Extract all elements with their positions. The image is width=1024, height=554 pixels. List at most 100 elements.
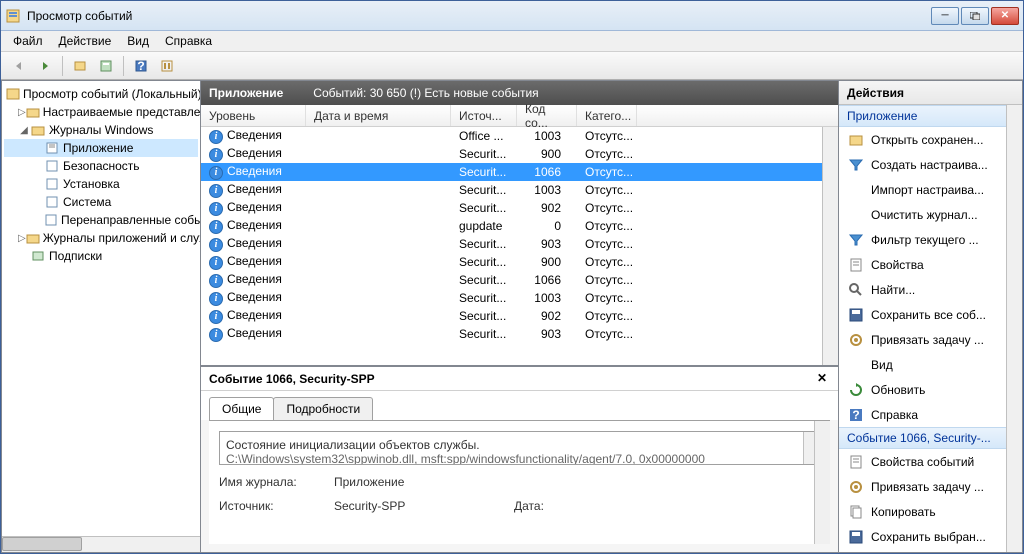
action-item[interactable]: Привязать задачу ... [839,474,1022,499]
action-icon [847,479,865,495]
tree-subs[interactable]: Подписки [4,247,198,265]
event-row[interactable]: iСведенияgupdate0Отсутс... [201,217,838,235]
tree-setup[interactable]: Установка [4,175,198,193]
action-item[interactable]: Привязать задачу ... [839,327,1022,352]
event-row[interactable]: iСведенияSecurit...1003Отсутс... [201,289,838,307]
action-group-app[interactable]: Приложение▲ [839,105,1022,127]
app-icon [5,8,21,24]
desc-line-1: Состояние инициализации объектов службы. [226,438,813,452]
tab-details[interactable]: Подробности [273,397,373,420]
menu-action[interactable]: Действие [51,32,120,50]
help-button[interactable]: ? [129,55,153,77]
info-icon: i [209,256,223,270]
col-category[interactable]: Катего... [577,105,637,126]
action-icon [847,454,865,470]
log-name: Приложение [209,86,283,100]
event-row[interactable]: iСведенияSecurit...1066Отсутс... [201,163,838,181]
event-row[interactable]: iСведенияSecurit...903Отсутс... [201,325,838,343]
vertical-scrollbar[interactable] [1006,105,1022,552]
detail-title: Событие 1066, Security-SPP [209,372,814,386]
detail-panel: Событие 1066, Security-SPP ✕ Общие Подро… [201,365,838,552]
col-datetime[interactable]: Дата и время [306,105,451,126]
event-row[interactable]: iСведенияSecurit...1066Отсутс... [201,271,838,289]
maximize-button[interactable] [961,7,989,25]
close-button[interactable]: ✕ [991,7,1019,25]
date-label: Дата: [514,499,629,513]
toolbar-btn-3[interactable] [155,55,179,77]
back-button[interactable] [7,55,31,77]
center-header: Приложение Событий: 30 650 (!) Есть новы… [201,81,838,105]
action-icon [847,382,865,398]
expand-icon[interactable]: ▷ [18,233,26,244]
event-row[interactable]: iСведенияSecurit...1003Отсутс... [201,181,838,199]
detail-close-button[interactable]: ✕ [814,371,830,387]
tool-bar: ? [1,52,1023,80]
event-row[interactable]: iСведенияSecurit...903Отсутс... [201,235,838,253]
collapse-icon[interactable]: ◢ [18,125,30,136]
action-item[interactable]: Свойства [839,252,1022,277]
event-row[interactable]: iСведенияOffice ...1003Отсутс... [201,127,838,145]
forward-button[interactable] [33,55,57,77]
minimize-button[interactable]: ─ [931,7,959,25]
action-icon [847,529,865,545]
event-row[interactable]: iСведенияSecurit...902Отсутс... [201,199,838,217]
subscription-icon [30,249,46,263]
tree-security[interactable]: Безопасность [4,157,198,175]
tree-forwarded[interactable]: Перенаправленные события [4,211,198,229]
col-code[interactable]: Код со... [517,105,577,126]
svg-text:?: ? [137,59,144,73]
folder-icon [26,105,40,119]
action-item[interactable]: Обновить [839,377,1022,402]
toolbar-btn-1[interactable] [68,55,92,77]
tree-custom[interactable]: ▷ Настраиваемые представления [4,103,198,121]
event-row[interactable]: iСведенияSecurit...900Отсутс... [201,145,838,163]
action-item[interactable]: Вид▶ [839,352,1022,377]
log-icon [44,213,58,227]
event-row[interactable]: iСведенияSecurit...900Отсутс... [201,253,838,271]
menu-bar: Файл Действие Вид Справка [1,31,1023,52]
menu-view[interactable]: Вид [119,32,157,50]
col-source[interactable]: Источ... [451,105,517,126]
desc-line-2: C:\Windows\system32\sppwinob.dll, msft:s… [226,452,813,465]
action-icon [847,504,865,520]
action-icon [847,357,865,373]
action-item[interactable]: Фильтр текущего ... [839,227,1022,252]
action-icon [847,207,865,223]
action-item[interactable]: Сохранить выбран... [839,524,1022,549]
tree-app[interactable]: Приложение [4,139,198,157]
tree-system[interactable]: Система [4,193,198,211]
expand-icon[interactable]: ▷ [18,107,26,118]
horizontal-scrollbar[interactable] [2,536,200,552]
vertical-scrollbar[interactable] [814,421,830,544]
tree-winlogs[interactable]: ◢ Журналы Windows [4,121,198,139]
action-icon [847,232,865,248]
action-item[interactable]: Найти... [839,277,1022,302]
menu-help[interactable]: Справка [157,32,220,50]
menu-file[interactable]: Файл [5,32,51,50]
tree-appsvc[interactable]: ▷ Журналы приложений и служб [4,229,198,247]
action-icon [847,132,865,148]
action-item[interactable]: Импорт настраива... [839,177,1022,202]
action-item[interactable]: Очистить журнал... [839,202,1022,227]
action-item[interactable]: Сохранить все соб... [839,302,1022,327]
toolbar-btn-2[interactable] [94,55,118,77]
scrollbar-thumb[interactable] [2,537,82,551]
col-level[interactable]: Уровень [201,105,306,126]
event-row[interactable]: iСведенияSecurit...902Отсутс... [201,307,838,325]
info-icon: i [209,292,223,306]
action-item[interactable]: Копировать▶ [839,499,1022,524]
svg-text:?: ? [852,408,859,422]
action-item[interactable]: Создать настраива... [839,152,1022,177]
tree-root[interactable]: Просмотр событий (Локальный) [4,85,198,103]
action-icon [847,307,865,323]
tab-content: Состояние инициализации объектов службы.… [209,420,830,544]
action-item[interactable]: Открыть сохранен... [839,127,1022,152]
tab-general[interactable]: Общие [209,397,274,420]
action-group-event[interactable]: Событие 1066, Security-...▲ [839,427,1022,449]
action-item[interactable]: Свойства событий [839,449,1022,474]
vertical-scrollbar[interactable] [822,127,838,365]
action-item[interactable]: ?Справка▶ [839,402,1022,427]
info-icon: i [209,328,223,342]
folder-icon [30,123,46,137]
info-icon: i [209,274,223,288]
